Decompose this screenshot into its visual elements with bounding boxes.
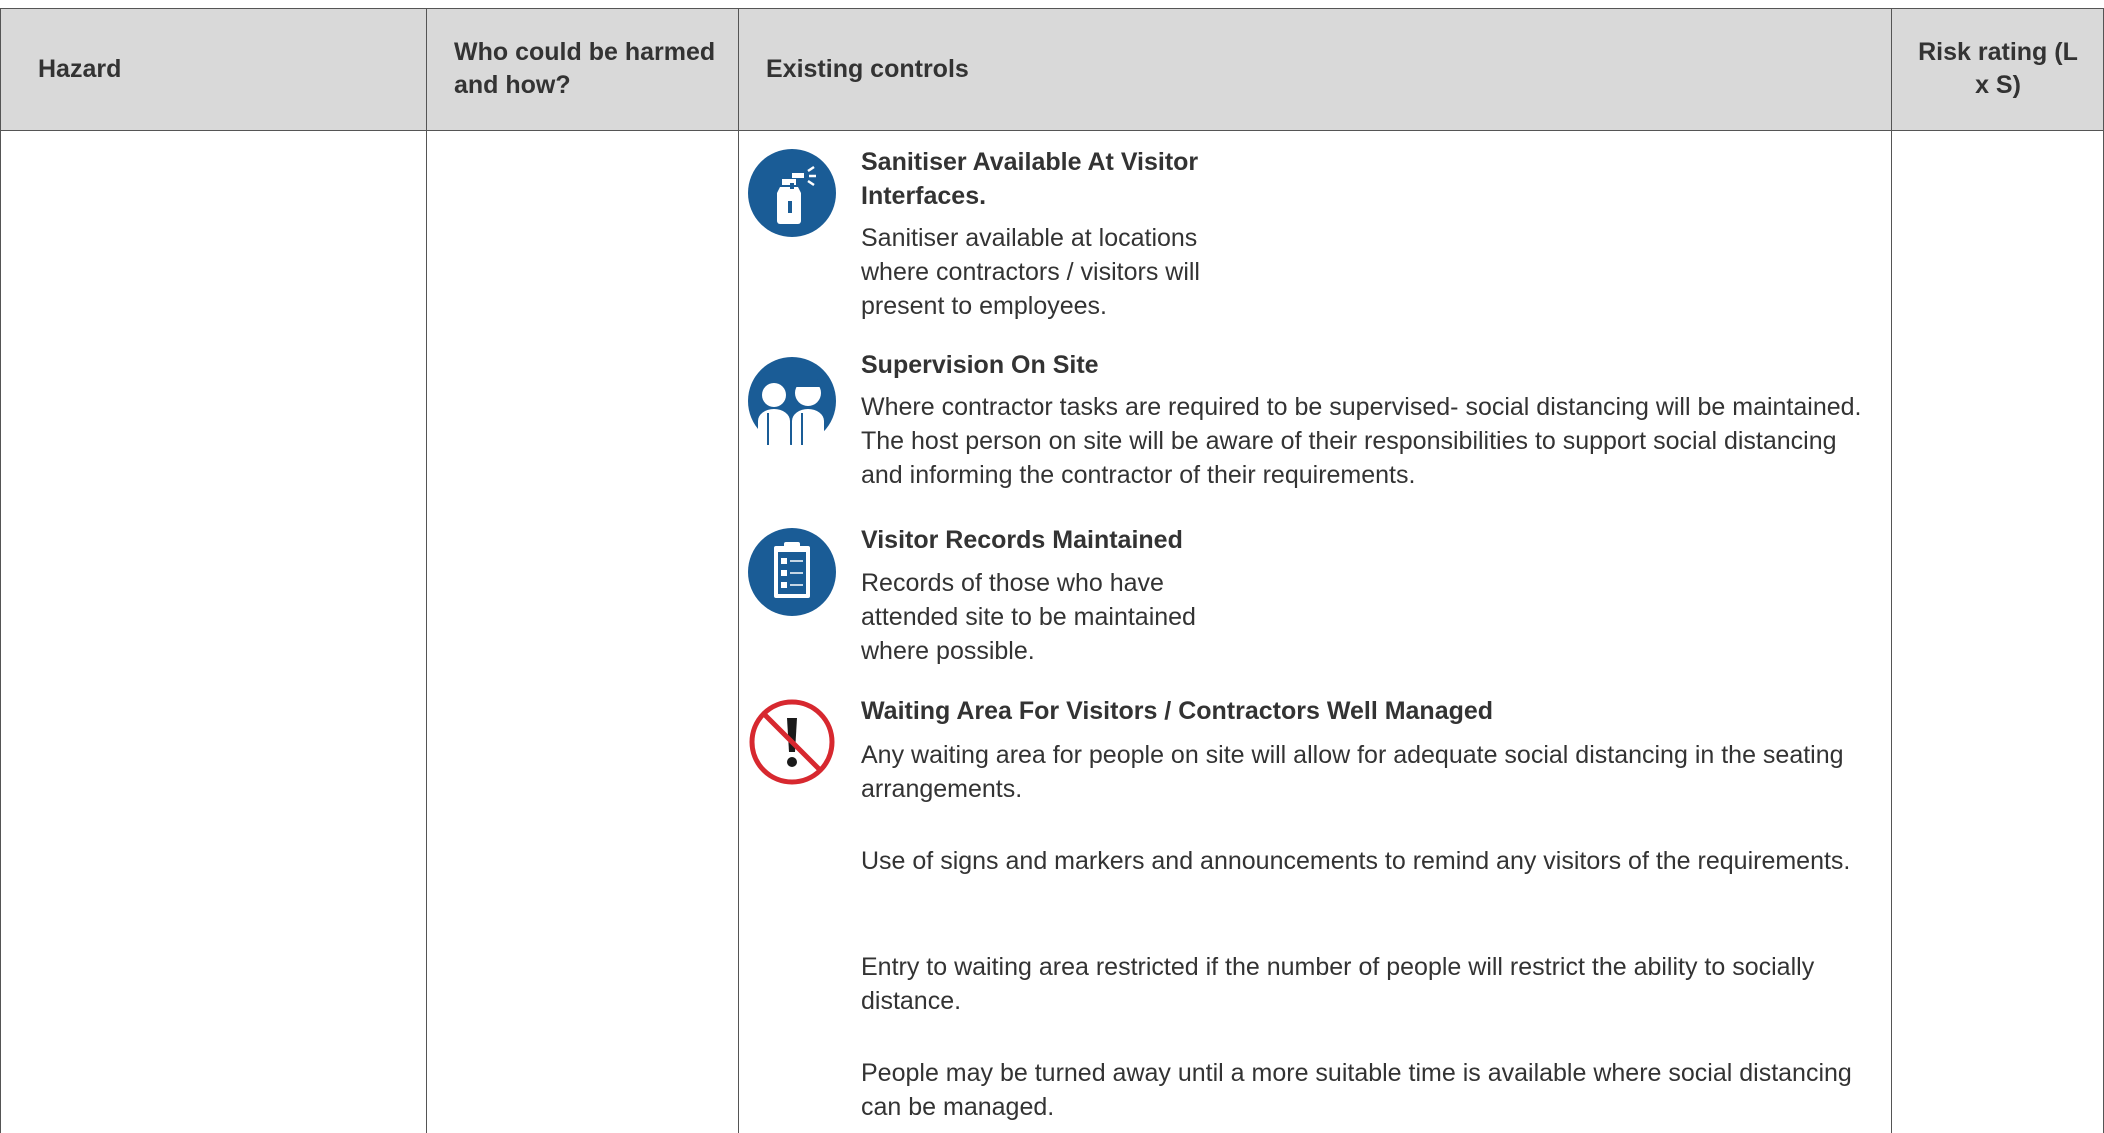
- header-existing-controls: Existing controls: [766, 54, 969, 83]
- control-description: Records of those who have attended site …: [861, 569, 1196, 665]
- risk-assessment-table: Hazard Who could be harmed and how? Exis…: [0, 8, 2104, 1133]
- control-description: Any waiting area for people on site will…: [861, 741, 1844, 803]
- clipboard-checklist-icon: [748, 528, 836, 616]
- control-description: Where contractor tasks are required to b…: [861, 393, 1862, 489]
- control-title: Visitor Records Maintained: [861, 526, 1183, 554]
- control-description: Entry to waiting area restricted if the …: [861, 953, 1815, 1015]
- header-risk-rating: Risk rating (L x S): [1918, 38, 2078, 99]
- risk-rating-cell: [1892, 131, 2103, 1131]
- table-top-border: [0, 8, 2104, 9]
- hazard-cell: [1, 131, 426, 1131]
- who-harmed-cell: [427, 131, 738, 1131]
- control-title: Waiting Area For Visitors / Contractors …: [861, 697, 1494, 725]
- supervisor-people-icon: [748, 357, 836, 445]
- header-who-harmed: Who could be harmed and how?: [454, 38, 716, 99]
- header-hazard: Hazard: [38, 54, 122, 83]
- column-divider-2: [738, 8, 739, 1133]
- control-description: People may be turned away until a more s…: [861, 1059, 1852, 1121]
- control-title: Sanitiser Available At Visitor Interface…: [861, 148, 1199, 210]
- spray-bottle-icon: [748, 149, 836, 237]
- control-title: Supervision On Site: [861, 351, 1099, 379]
- control-description: Use of signs and markers and announcemen…: [861, 847, 1851, 875]
- prohibition-warning-icon: [749, 699, 835, 785]
- control-description: Sanitiser available at locations where c…: [861, 224, 1200, 320]
